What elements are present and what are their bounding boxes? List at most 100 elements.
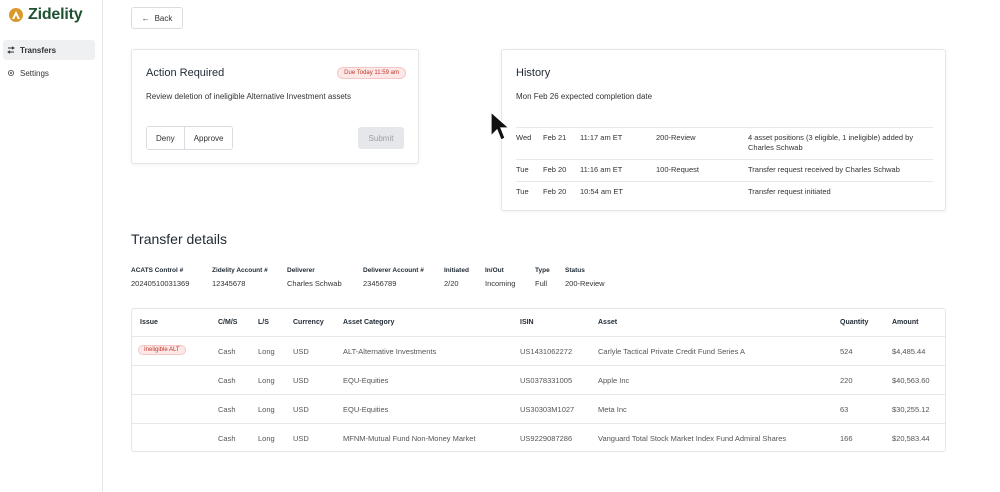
- cell-quantity: 524: [840, 347, 853, 356]
- history-description: 4 asset positions (3 eligible, 1 ineligi…: [748, 133, 914, 152]
- cell-asset-category: EQU-Equities: [343, 405, 389, 414]
- brand-logo[interactable]: Zidelity: [8, 6, 83, 24]
- back-button[interactable]: ← Back: [131, 7, 183, 29]
- decision-button-group: Deny Approve: [146, 126, 234, 150]
- cell-currency: USD: [293, 376, 309, 385]
- transfer-details-title: Transfer details: [131, 231, 227, 247]
- cell-quantity: 63: [840, 405, 849, 414]
- detail-type: Type Full: [535, 267, 550, 288]
- cell-cms: Cash: [218, 376, 236, 385]
- history-day: Wed: [516, 133, 532, 142]
- zidelity-logo-icon: [9, 8, 23, 22]
- cell-asset: Vanguard Total Stock Market Index Fund A…: [598, 434, 787, 443]
- sidebar-item-label: Settings: [20, 68, 49, 78]
- transfers-icon: [7, 46, 15, 54]
- cell-cms: Cash: [218, 347, 236, 356]
- table-row[interactable]: Cash Long USD MFNM-Mutual Fund Non-Money…: [132, 423, 945, 452]
- table-row[interactable]: Cash Long USD EQU-Equities US30303M1027 …: [132, 394, 945, 423]
- column-header-amount: Amount: [892, 319, 919, 326]
- history-time: 11:16 am ET: [580, 165, 623, 174]
- history-card: History Mon Feb 26 expected completion d…: [501, 49, 946, 211]
- history-date: Feb 20: [543, 165, 567, 174]
- table-header-row: Issue C/M/S L/S Currency Asset Category …: [132, 309, 945, 336]
- cell-asset: Carlyle Tactical Private Credit Fund Ser…: [598, 347, 746, 356]
- cell-ls: Long: [258, 347, 275, 356]
- cell-amount: $20,583.44: [892, 434, 930, 443]
- cell-amount: $40,563.60: [892, 376, 930, 385]
- column-header-ls: L/S: [258, 319, 269, 326]
- assets-table: Issue C/M/S L/S Currency Asset Category …: [131, 308, 946, 452]
- detail-value: Full: [535, 279, 548, 288]
- detail-label: Type: [535, 267, 550, 274]
- action-description: Review deletion of ineligible Alternativ…: [146, 92, 351, 101]
- sidebar-item-settings[interactable]: Settings: [3, 63, 95, 83]
- detail-label: ACATS Control #: [131, 267, 184, 274]
- sidebar: Zidelity Transfers Settings: [0, 0, 103, 492]
- cell-ls: Long: [258, 405, 275, 414]
- due-badge: Due Today 11:59 am: [337, 67, 406, 79]
- column-header-asset-category: Asset Category: [343, 319, 395, 326]
- history-date: Feb 21: [543, 133, 567, 142]
- detail-label: Status: [565, 267, 585, 274]
- detail-initiated: Initiated 2/20: [444, 267, 469, 288]
- history-description: Transfer request initiated: [748, 187, 831, 196]
- cell-asset-category: ALT-Alternative Investments: [343, 347, 437, 356]
- detail-value: 2024051003136​9: [131, 279, 190, 288]
- cell-asset-category: EQU-Equities: [343, 376, 389, 385]
- cell-isin: US0378331005: [520, 376, 573, 385]
- cell-quantity: 166: [840, 434, 853, 443]
- cell-asset: Meta Inc: [598, 405, 627, 414]
- detail-value: 2/20: [444, 279, 459, 288]
- detail-value: Charles Schwab: [287, 279, 342, 288]
- back-label: Back: [154, 13, 173, 23]
- history-day: Tue: [516, 187, 529, 196]
- history-table: Wed Feb 21 11:17 am ET 200-Review 4 asse…: [516, 127, 933, 203]
- detail-deliverer: Deliverer Charles Schwab: [287, 267, 342, 288]
- column-header-isin: ISIN: [520, 319, 534, 326]
- column-header-issue: Issue: [140, 319, 158, 326]
- detail-zidelity-account: Zidelity Account # 12345678: [212, 267, 268, 288]
- cell-ls: Long: [258, 434, 275, 443]
- detail-label: Zidelity Account #: [212, 267, 268, 274]
- cell-isin: US30303M1027: [520, 405, 575, 414]
- history-status: 100-Request: [656, 165, 699, 174]
- cell-isin: US1431062272: [520, 347, 573, 356]
- table-row[interactable]: Ineligible ALT Cash Long USD ALT-Alterna…: [132, 336, 945, 365]
- cell-quantity: 220: [840, 376, 853, 385]
- submit-button[interactable]: Submit: [358, 127, 404, 149]
- detail-value: Incoming: [485, 279, 516, 288]
- detail-deliverer-account: Deliverer Account # 23456789: [363, 267, 424, 288]
- history-title: History: [516, 67, 551, 79]
- gear-icon: [7, 69, 15, 77]
- history-status: 200-Review: [656, 133, 696, 142]
- table-row[interactable]: Cash Long USD EQU-Equities US0378331005 …: [132, 365, 945, 394]
- arrow-left-icon: ←: [141, 13, 150, 23]
- column-header-asset: Asset: [598, 319, 618, 326]
- cell-asset: Apple Inc: [598, 376, 630, 385]
- ineligible-badge: Ineligible ALT: [138, 345, 186, 355]
- detail-label: Deliverer Account #: [363, 267, 424, 274]
- detail-value: 12345678: [212, 279, 246, 288]
- history-row: Wed Feb 21 11:17 am ET 200-Review 4 asse…: [516, 127, 933, 159]
- deny-button[interactable]: Deny: [147, 127, 184, 149]
- history-date: Feb 20: [543, 187, 567, 196]
- approve-button[interactable]: Approve: [183, 127, 233, 149]
- expected-completion: Mon Feb 26 expected completion date: [516, 92, 653, 101]
- sidebar-item-label: Transfers: [20, 45, 57, 55]
- cell-amount: $30,255.12: [892, 405, 930, 414]
- cell-cms: Cash: [218, 434, 236, 443]
- history-description: Transfer request received by Charles Sch…: [748, 165, 900, 174]
- history-day: Tue: [516, 165, 529, 174]
- cell-isin: US9229087286: [520, 434, 573, 443]
- detail-label: Deliverer: [287, 267, 315, 274]
- column-header-quantity: Quantity: [840, 319, 869, 326]
- detail-label: In/Out: [485, 267, 504, 274]
- history-row: Tue Feb 20 10:54 am ET Transfer request …: [516, 181, 933, 203]
- detail-status: Status 200-Review: [565, 267, 605, 288]
- detail-value: 200-Review: [565, 279, 605, 288]
- column-header-currency: Currency: [293, 319, 324, 326]
- cell-currency: USD: [293, 347, 309, 356]
- cell-currency: USD: [293, 434, 309, 443]
- history-row: Tue Feb 20 11:16 am ET 100-Request Trans…: [516, 159, 933, 181]
- sidebar-item-transfers[interactable]: Transfers: [3, 40, 95, 60]
